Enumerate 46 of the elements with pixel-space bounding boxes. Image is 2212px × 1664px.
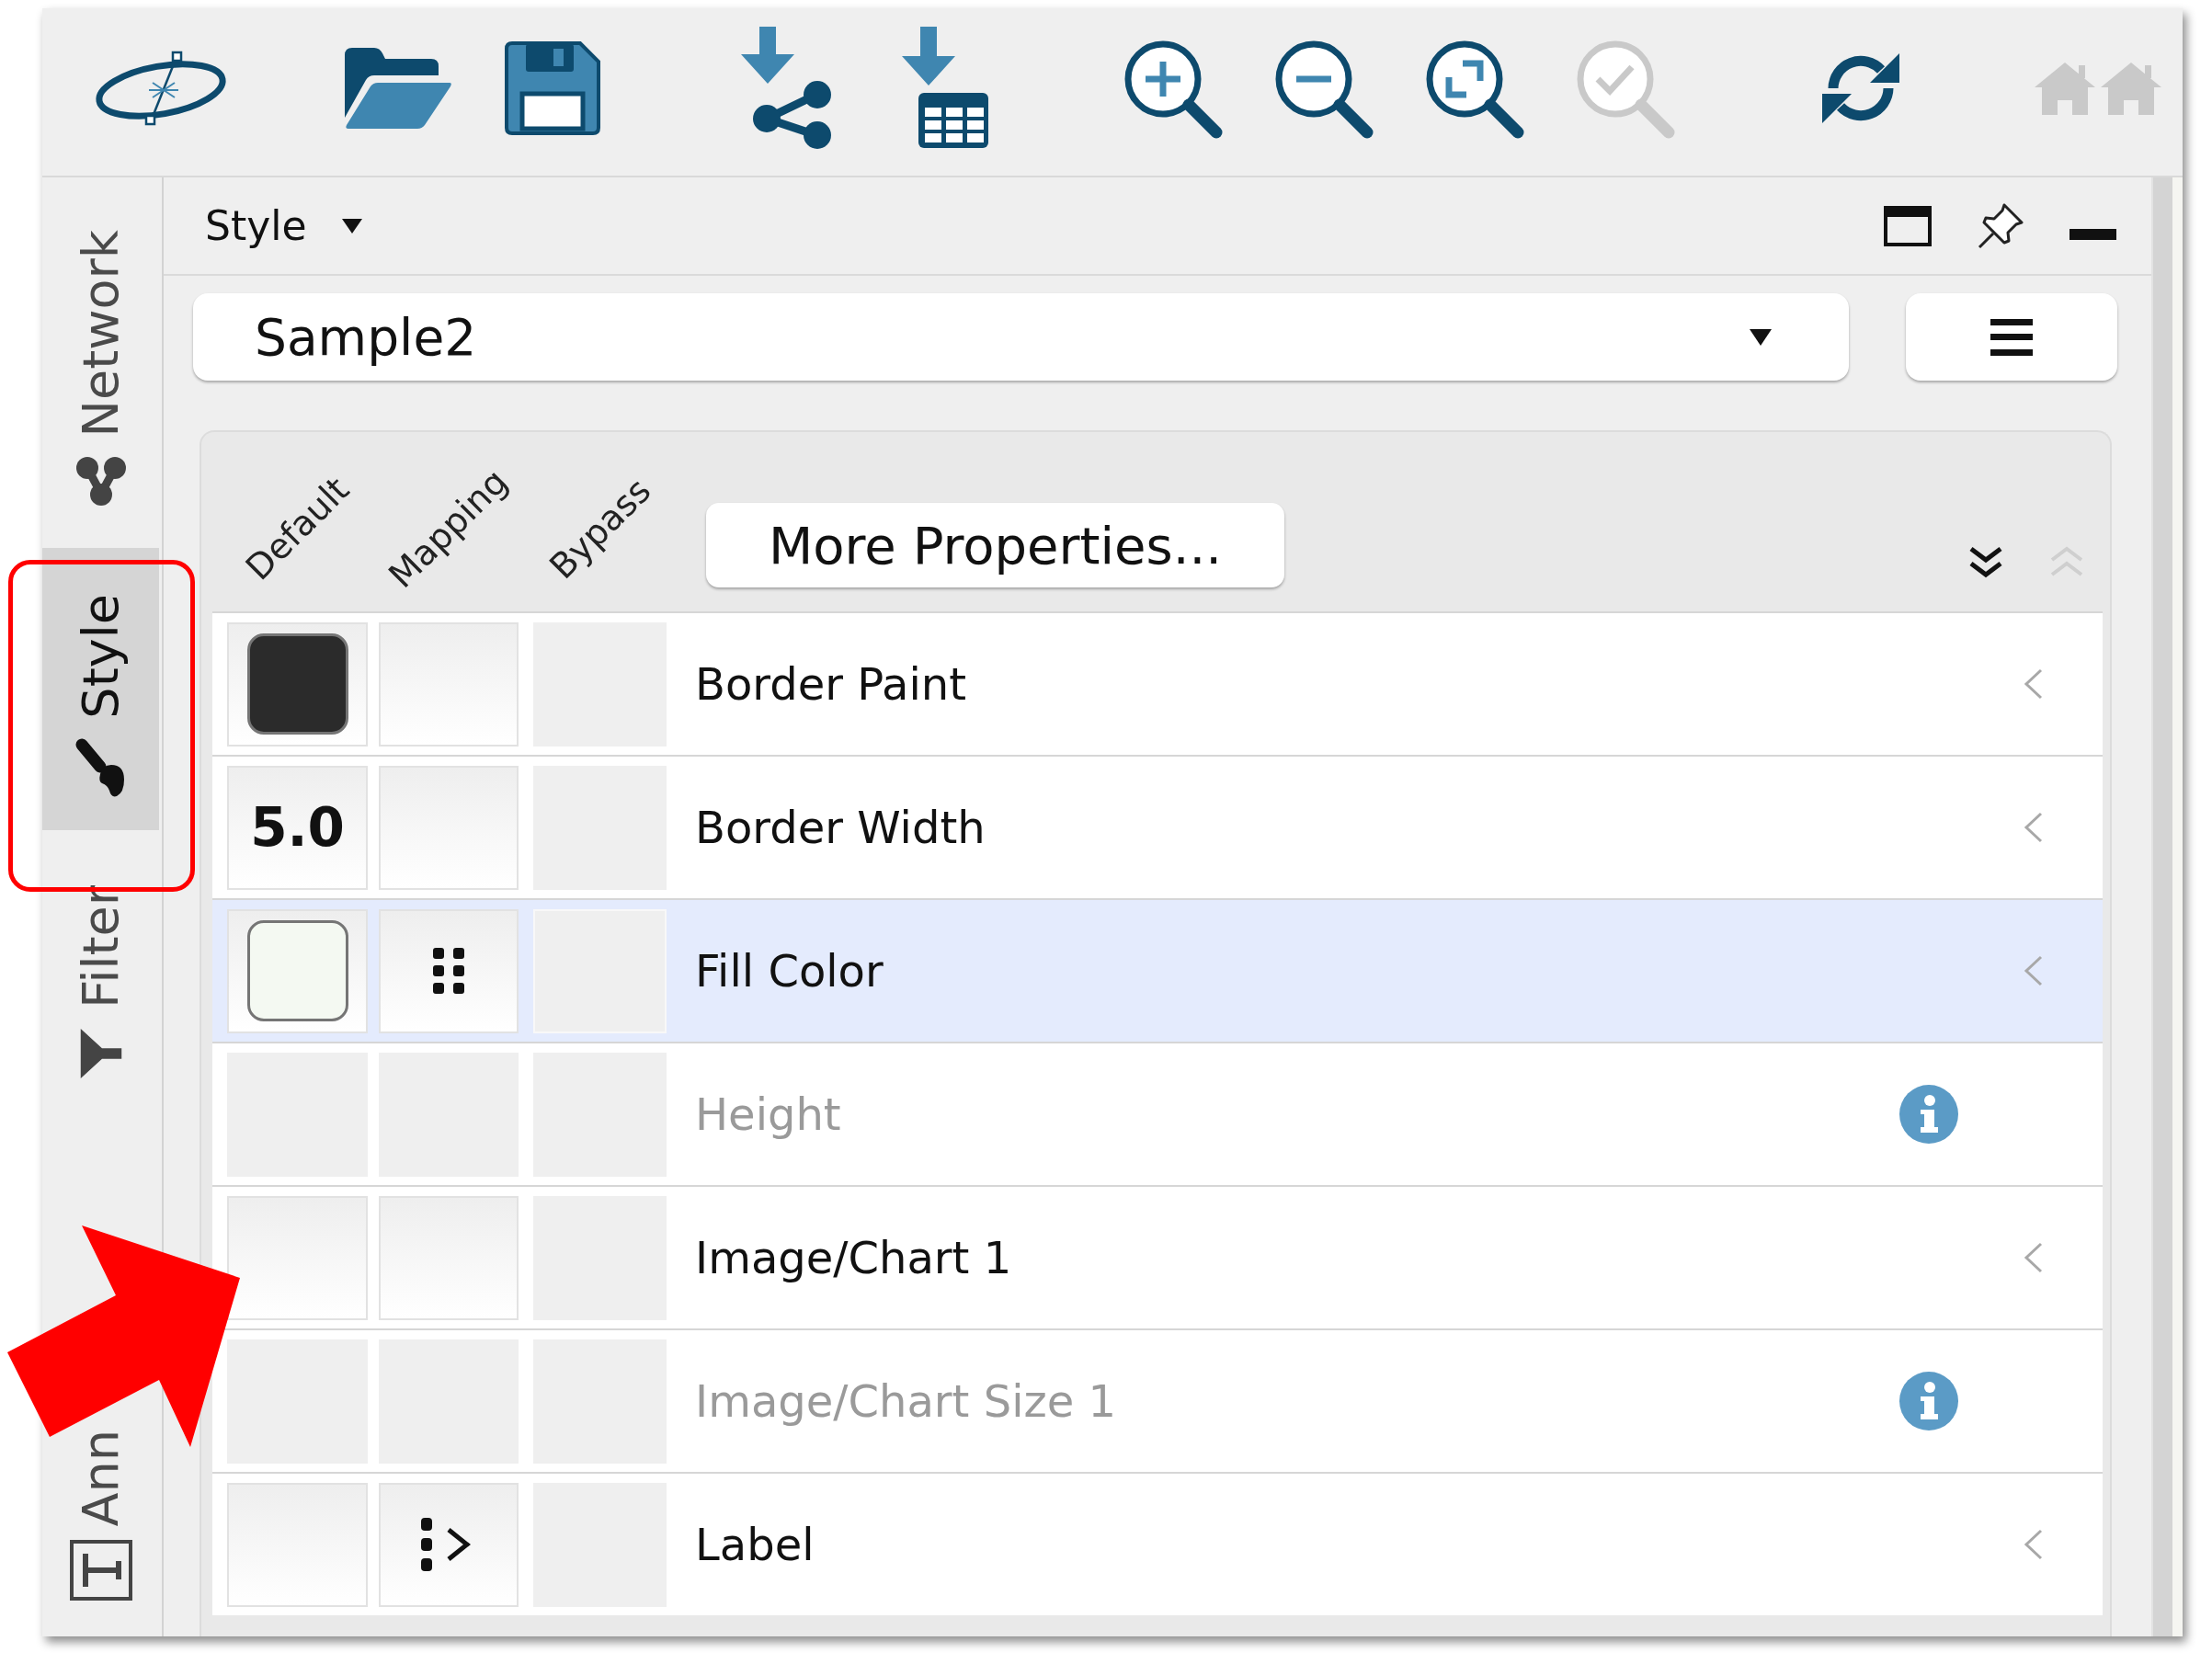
property-label: Image/Chart 1 bbox=[695, 1232, 1013, 1283]
mapping-cell[interactable] bbox=[379, 765, 519, 890]
property-row[interactable]: Image/Chart 1 bbox=[212, 1185, 2103, 1328]
network-nodes-icon bbox=[74, 455, 128, 507]
minimize-icon[interactable] bbox=[2069, 228, 2116, 240]
chevron-left-icon[interactable] bbox=[2023, 1529, 2043, 1560]
caret-down-icon bbox=[341, 218, 362, 234]
default-value-cell[interactable]: 5.0 bbox=[227, 765, 368, 890]
menu-button[interactable] bbox=[1906, 293, 2117, 381]
property-row[interactable]: Label bbox=[212, 1472, 2103, 1615]
default-value-cell[interactable] bbox=[227, 1482, 368, 1607]
property-row[interactable]: Border Paint bbox=[212, 611, 2103, 755]
mapping-cell[interactable] bbox=[379, 621, 519, 747]
property-label: Fill Color bbox=[695, 945, 884, 997]
more-properties-button[interactable]: More Properties... bbox=[706, 503, 1285, 587]
chevron-left-icon[interactable] bbox=[2023, 668, 2043, 700]
property-label: Image/Chart Size 1 bbox=[695, 1375, 1117, 1427]
property-row[interactable]: 5.0 Border Width bbox=[212, 755, 2103, 898]
property-label: Border Width bbox=[695, 802, 986, 853]
default-value-cell[interactable] bbox=[227, 908, 368, 1033]
mapping-cell[interactable] bbox=[379, 908, 519, 1033]
side-tab[interactable]: Ann bbox=[42, 1429, 159, 1636]
default-value-cell[interactable] bbox=[227, 621, 368, 747]
panel-title-menu[interactable]: Style bbox=[205, 202, 362, 249]
mapping-cell[interactable] bbox=[379, 1482, 519, 1607]
caret-down-icon bbox=[1750, 328, 1772, 346]
chevron-left-icon[interactable] bbox=[2023, 812, 2043, 843]
mapping-cell[interactable] bbox=[379, 1195, 519, 1320]
property-label: Label bbox=[695, 1519, 815, 1570]
menu-icon bbox=[1990, 318, 2033, 356]
side-tab[interactable]: Network bbox=[42, 184, 159, 540]
window-icon[interactable] bbox=[1884, 205, 1932, 246]
property-label: Height bbox=[695, 1088, 842, 1140]
side-tab[interactable]: Filter bbox=[42, 839, 159, 1112]
chevron-left-icon[interactable] bbox=[2023, 1242, 2043, 1273]
property-label: Border Paint bbox=[695, 658, 967, 710]
property-row[interactable]: Fill Color bbox=[212, 898, 2103, 1042]
side-tab[interactable]: Style bbox=[42, 548, 159, 831]
info-icon bbox=[1899, 1085, 1958, 1144]
info-icon bbox=[1899, 1372, 1958, 1430]
dots-grid-icon bbox=[433, 948, 464, 994]
default-value-cell[interactable] bbox=[227, 1195, 368, 1320]
style-select[interactable]: Sample2 bbox=[193, 293, 1849, 381]
text-frame-icon bbox=[68, 1539, 133, 1601]
folder-icon[interactable] bbox=[343, 46, 452, 131]
chevron-left-icon[interactable] bbox=[2023, 955, 2043, 986]
